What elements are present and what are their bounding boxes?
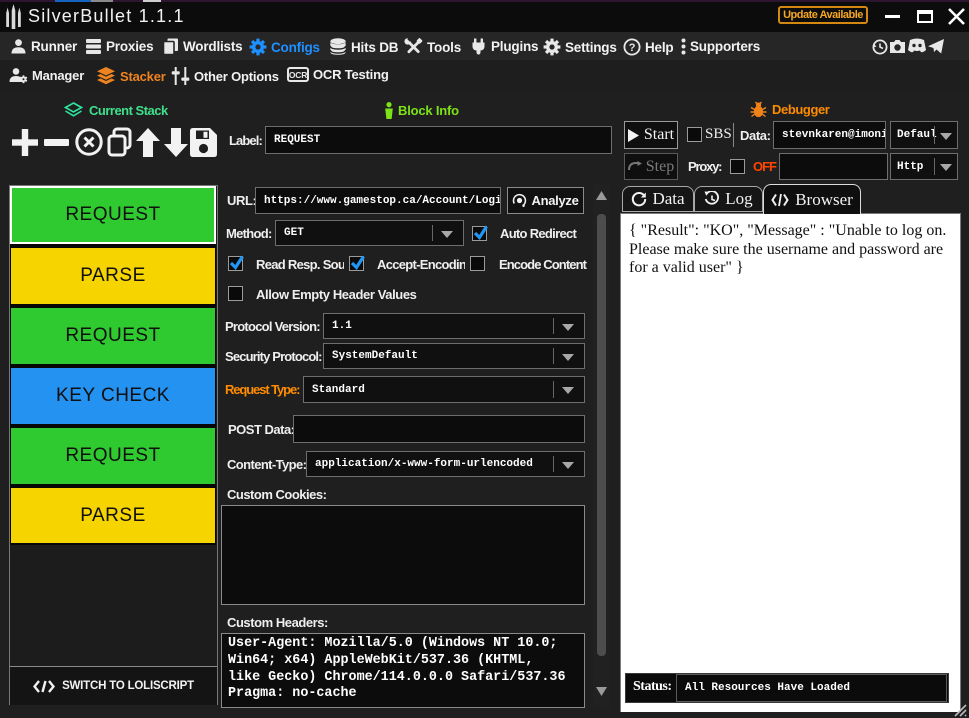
svg-text:?: ? bbox=[629, 42, 636, 54]
svg-text:OCR: OCR bbox=[289, 70, 307, 80]
